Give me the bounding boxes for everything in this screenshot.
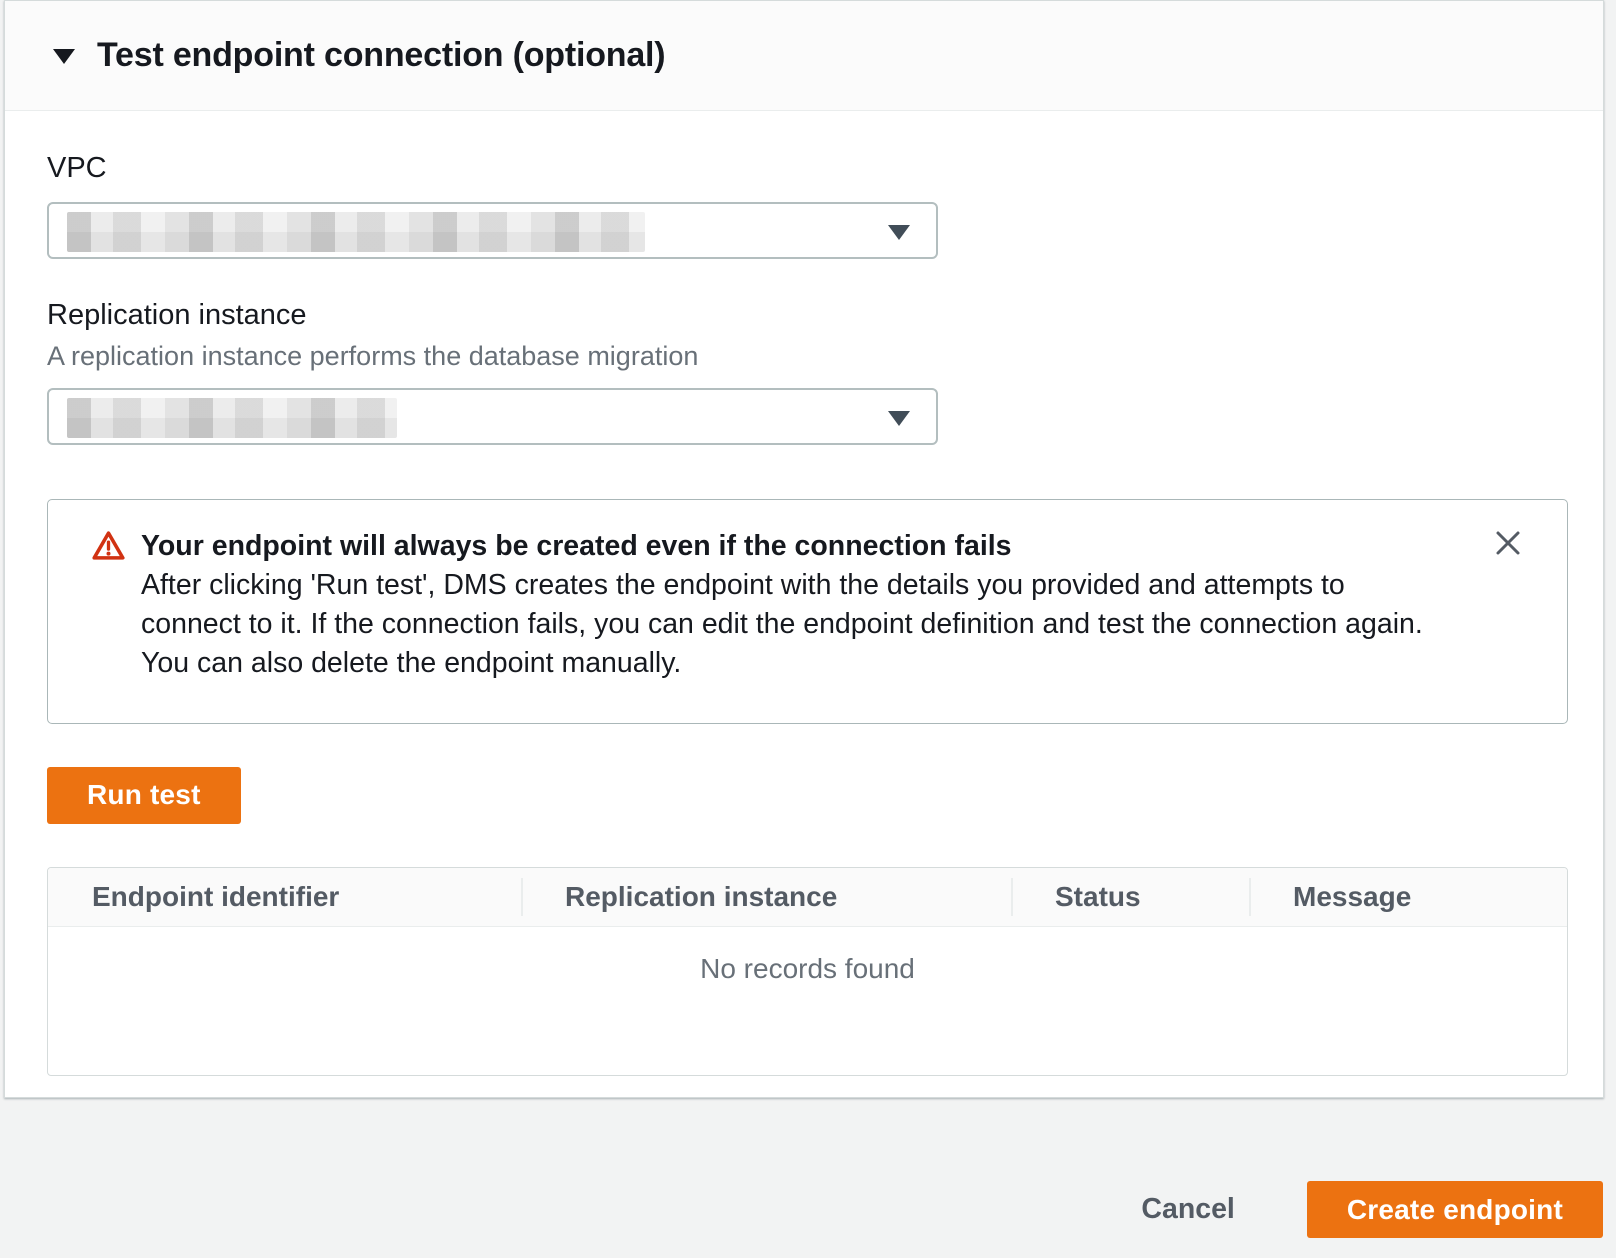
alert-content: Your endpoint will always be created eve… (141, 527, 1447, 683)
wizard-footer: Cancel Create endpoint (0, 1099, 1616, 1258)
replication-instance-redacted-value (67, 398, 397, 438)
column-header-replication-instance: Replication instance (521, 868, 1011, 926)
replication-instance-select[interactable] (47, 388, 938, 445)
vpc-redacted-value (67, 212, 645, 252)
cancel-button[interactable]: Cancel (1141, 1193, 1234, 1226)
replication-instance-field: Replication instance A replication insta… (47, 298, 1561, 445)
test-results-table: Endpoint identifier Replication instance… (47, 867, 1568, 1076)
panel-header[interactable]: Test endpoint connection (optional) (5, 1, 1603, 111)
table-header-row: Endpoint identifier Replication instance… (48, 868, 1567, 927)
create-endpoint-button[interactable]: Create endpoint (1307, 1181, 1603, 1238)
vpc-select[interactable] (47, 202, 938, 259)
replication-instance-description: A replication instance performs the data… (47, 341, 1561, 372)
panel-title: Test endpoint connection (optional) (97, 36, 665, 75)
empty-state-message: No records found (48, 927, 1567, 1075)
endpoint-warning-alert: Your endpoint will always be created eve… (47, 499, 1568, 724)
dropdown-caret-icon (888, 411, 910, 426)
replication-instance-label: Replication instance (47, 298, 1561, 333)
column-header-status: Status (1011, 868, 1249, 926)
panel-body: VPC Replication instance A replication i… (5, 111, 1603, 1076)
column-header-endpoint-identifier: Endpoint identifier (48, 868, 521, 926)
vpc-label: VPC (47, 151, 1561, 186)
run-test-button[interactable]: Run test (47, 767, 241, 824)
vpc-field: VPC (47, 151, 1561, 259)
test-endpoint-connection-panel: Test endpoint connection (optional) VPC … (4, 0, 1604, 1098)
dropdown-caret-icon (888, 225, 910, 240)
warning-triangle-icon (92, 530, 125, 566)
alert-body-text: After clicking 'Run test', DMS creates t… (141, 566, 1447, 683)
close-icon[interactable] (1491, 526, 1525, 560)
column-header-message: Message (1249, 868, 1567, 926)
collapse-caret-icon (53, 49, 75, 64)
alert-title: Your endpoint will always be created eve… (141, 527, 1447, 566)
